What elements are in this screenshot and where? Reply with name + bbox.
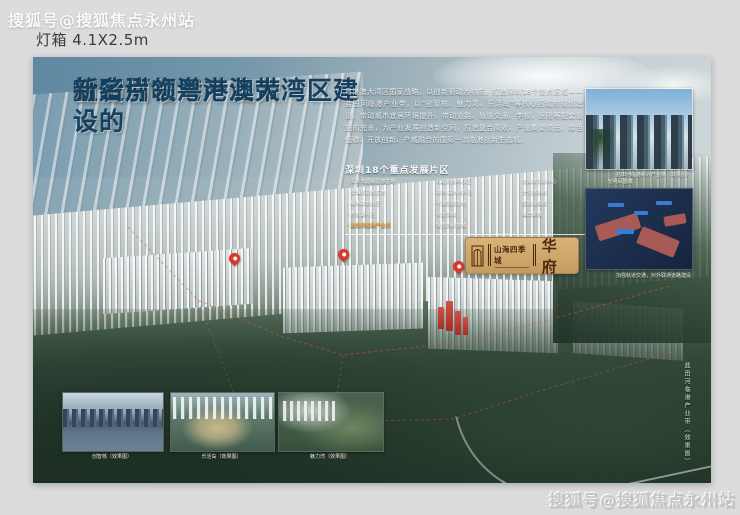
inset-skyline	[63, 409, 163, 427]
project-building-red	[438, 307, 444, 329]
inset-image-lehuodao	[170, 392, 275, 452]
project-building-red	[463, 317, 468, 335]
inset-image-meiliwan	[278, 392, 384, 452]
project-building-red	[446, 301, 453, 331]
inset-skyline	[283, 401, 335, 421]
key-areas-title: 深圳18个重点发展片区	[345, 163, 450, 176]
logo-name-block: 山海四季城	[488, 244, 536, 268]
billboard-artwork: 盐田河临港产业带 打造引领粤港澳大湾区建设的 新名片 粤港澳大湾区国家战略，以创…	[33, 57, 711, 483]
inset-image-industry-cluster	[585, 88, 693, 170]
billboard-description: 粤港澳大湾区国家战略，以创新驱动为特质，打造深圳18个重点区域——盐田河临港产业…	[345, 87, 583, 146]
key-areas-column: 深圳湾超级总部基地 留仙洞总部基地 梅林彩田片区 香蜜湖片区 盐田河临港产业带	[347, 178, 426, 229]
watermark-top: 搜狐号@搜狐焦点永州站	[8, 7, 195, 31]
logo-script-flourish	[495, 267, 529, 268]
inset-caption: 魅力湾（效果图）	[278, 453, 382, 460]
tower-emblem-icon	[471, 244, 484, 268]
key-areas-column: 北站商务中心区 笋岗-清水河片区 平湖金融基地 大运新城 坂雪岗科技城	[433, 178, 512, 229]
map-label-chip	[608, 203, 624, 207]
key-area-item: 留仙洞总部基地	[347, 189, 426, 196]
project-logo-badge: 山海四季城 华府	[465, 237, 579, 274]
key-area-item: 前海城市新中心	[519, 178, 598, 185]
map-label-chip	[634, 211, 648, 215]
key-area-item: 香蜜湖片区	[347, 211, 426, 218]
key-area-item: 平湖金融基地	[433, 200, 512, 207]
inset-image-chuangzhihe	[62, 392, 164, 452]
logo-project-name: 山海四季城	[488, 244, 536, 266]
watermark-bottom: 搜狐号@搜狐焦点永州站	[549, 487, 736, 511]
key-area-item: 光明凤凰城	[604, 178, 683, 185]
map-label-chip	[616, 229, 634, 234]
inset-caption: 乐活岛（效果图）	[170, 453, 273, 460]
vertical-caption: 盐田河临港产业带（效果图）	[682, 362, 691, 466]
map-label-chip	[656, 201, 672, 205]
key-area-item: 大运新城	[433, 211, 512, 218]
key-area-item: 笋岗-清水河片区	[433, 189, 512, 196]
inset-caption: 盐田河临港新兴产业带（效果图）	[585, 171, 691, 178]
key-area-item: 梅林彩田片区	[347, 200, 426, 207]
inset-skyline	[173, 397, 274, 419]
lightbox-spec-label: 灯箱 4.1X2.5m	[36, 29, 149, 50]
inset-caption: 创智核（效果图）	[62, 453, 162, 460]
inset-caption: 加强轨道交通，对外联通道路建设	[585, 272, 691, 279]
title-line-3: 新名片	[73, 75, 151, 106]
inset-palm-trees	[590, 129, 616, 169]
logo-suffix: 华府	[542, 235, 573, 277]
inset-image-transit-map	[585, 188, 693, 270]
key-area-item: 北站商务中心区	[433, 178, 512, 185]
key-area-item-highlighted: 盐田河临港产业带	[347, 222, 426, 229]
project-building-red	[455, 311, 461, 335]
key-area-item: 坂雪岗科技城	[433, 222, 512, 229]
key-area-item: 深圳湾超级总部基地	[347, 178, 426, 185]
